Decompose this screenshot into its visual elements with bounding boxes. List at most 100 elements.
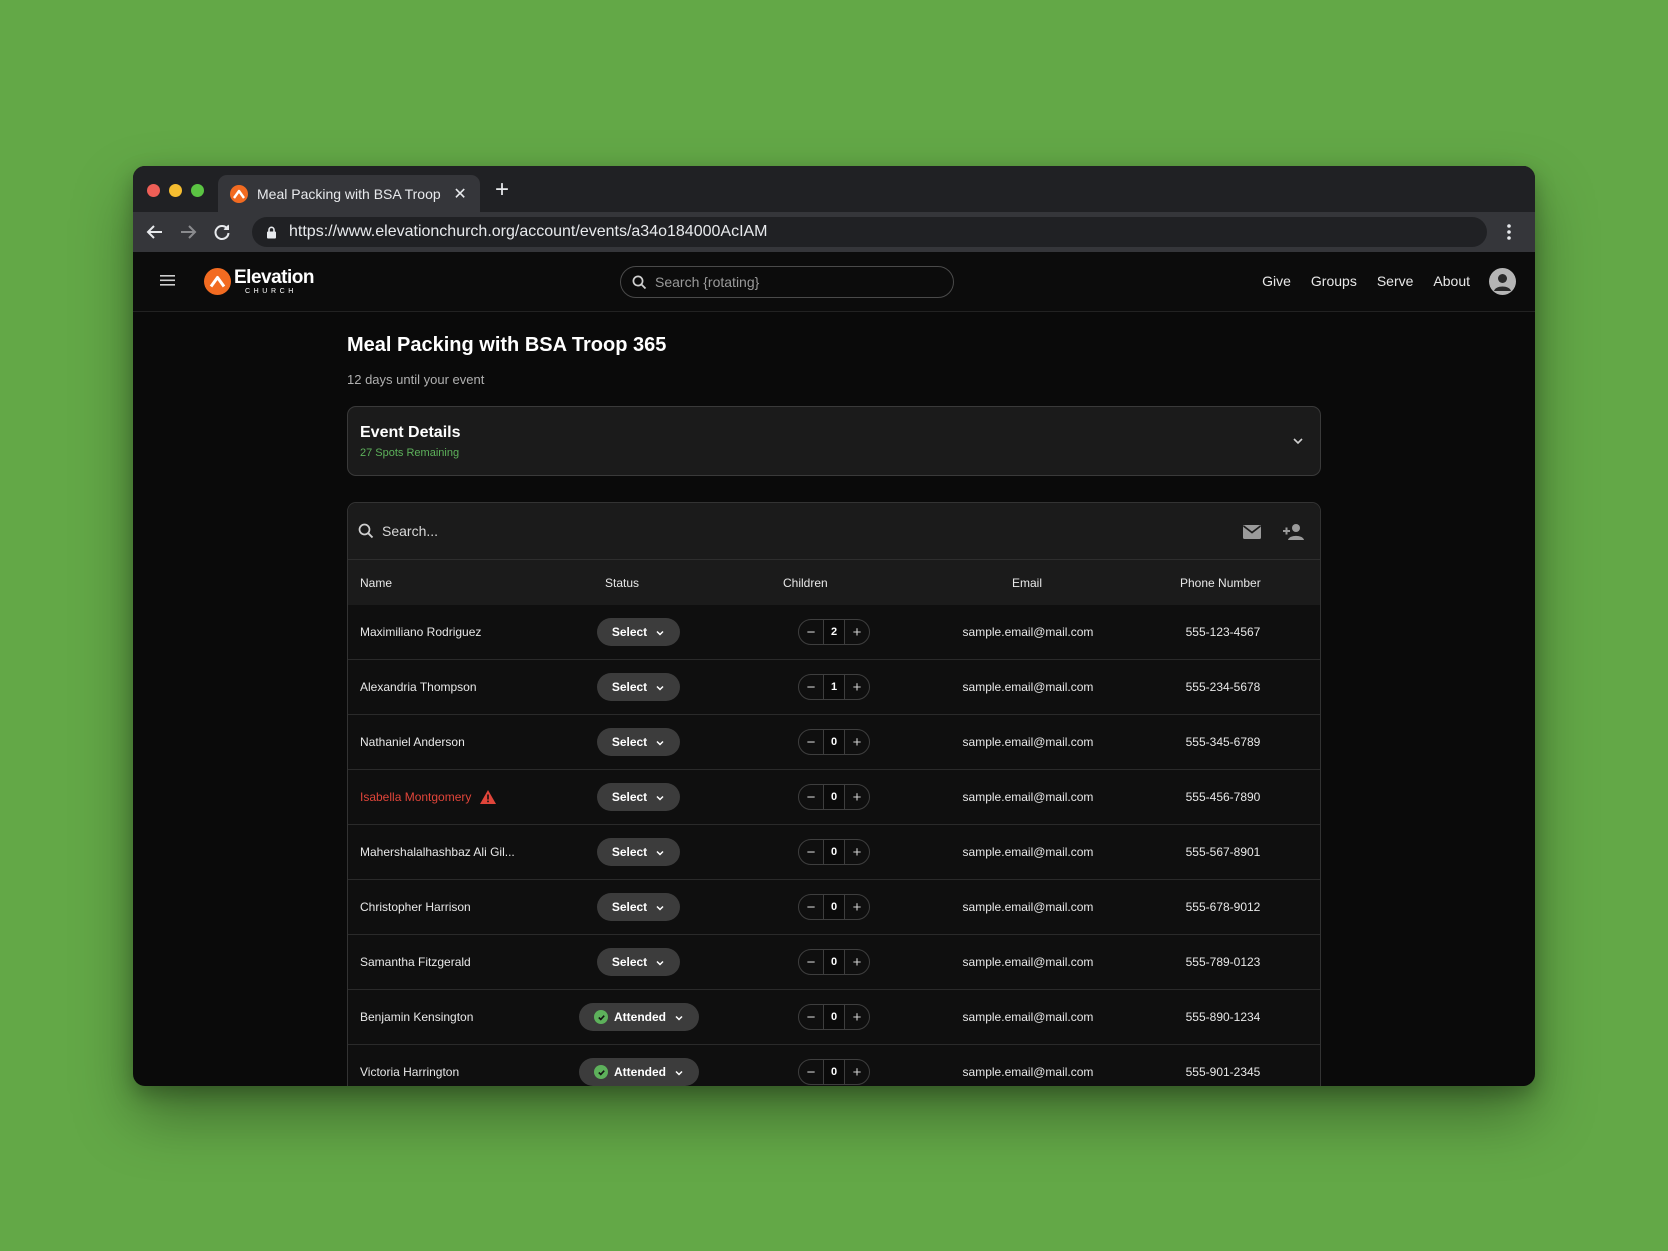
- increment-button[interactable]: +: [845, 620, 869, 644]
- decrement-button[interactable]: −: [799, 1060, 823, 1084]
- attendee-email: sample.email@mail.com: [962, 900, 1094, 914]
- logo-subtitle: CHURCH: [245, 288, 297, 295]
- status-dropdown[interactable]: Select: [597, 783, 680, 811]
- attendee-email: sample.email@mail.com: [962, 1010, 1094, 1024]
- new-tab-button[interactable]: +: [495, 178, 509, 202]
- status-dropdown[interactable]: Select: [597, 673, 680, 701]
- minimize-window-button[interactable]: [169, 184, 182, 197]
- url-text: https://www.elevationchurch.org/account/…: [289, 223, 768, 240]
- mail-icon[interactable]: [1241, 521, 1263, 543]
- status-dropdown[interactable]: Attended: [579, 1003, 699, 1031]
- forward-arrow-icon[interactable]: [176, 220, 200, 244]
- decrement-button[interactable]: −: [799, 675, 823, 699]
- children-stepper: −0 +: [798, 1004, 870, 1030]
- nav-give[interactable]: Give: [1262, 273, 1291, 289]
- decrement-button[interactable]: −: [799, 895, 823, 919]
- elevation-logo[interactable]: Elevation CHURCH: [204, 268, 314, 295]
- children-count: 0: [823, 950, 845, 974]
- back-arrow-icon[interactable]: [143, 220, 167, 244]
- increment-button[interactable]: +: [845, 1005, 869, 1029]
- increment-button[interactable]: +: [845, 785, 869, 809]
- hamburger-menu-icon[interactable]: [159, 272, 179, 292]
- chevron-down-icon: [655, 682, 665, 692]
- increment-button[interactable]: +: [845, 840, 869, 864]
- maximize-window-button[interactable]: [191, 184, 204, 197]
- decrement-button[interactable]: −: [799, 730, 823, 754]
- table-search-bar: [348, 503, 1320, 560]
- decrement-button[interactable]: −: [799, 1005, 823, 1029]
- nav-groups[interactable]: Groups: [1311, 273, 1357, 289]
- tab-close-icon[interactable]: ✕: [452, 184, 468, 204]
- table-row: Christopher Harrison Select −0 + sample.emai…: [348, 880, 1320, 935]
- attendee-phone: 555-567-8901: [1185, 845, 1261, 859]
- site-search-bar[interactable]: [620, 266, 954, 298]
- children-stepper: −0 +: [798, 784, 870, 810]
- nav-about[interactable]: About: [1433, 273, 1470, 289]
- table-row: Alexandria Thompson Select −1 + sample.email…: [348, 660, 1320, 715]
- decrement-button[interactable]: −: [799, 785, 823, 809]
- increment-button[interactable]: +: [845, 1060, 869, 1084]
- decrement-button[interactable]: −: [799, 950, 823, 974]
- increment-button[interactable]: +: [845, 895, 869, 919]
- increment-button[interactable]: +: [845, 675, 869, 699]
- children-stepper: −0 +: [798, 949, 870, 975]
- tab-strip: Meal Packing with BSA Troop 3 ✕ +: [133, 166, 1535, 212]
- children-count: 0: [823, 730, 845, 754]
- status-dropdown[interactable]: Select: [597, 948, 680, 976]
- attendee-name: Benjamin Kensington: [360, 1010, 474, 1024]
- attendee-phone: 555-901-2345: [1185, 1065, 1261, 1079]
- address-bar[interactable]: https://www.elevationchurch.org/account/…: [252, 217, 1487, 247]
- children-count: 0: [823, 1060, 845, 1084]
- column-header-children: Children: [783, 576, 828, 590]
- chevron-down-icon: [655, 792, 665, 802]
- browser-toolbar: https://www.elevationchurch.org/account/…: [133, 212, 1535, 252]
- status-dropdown[interactable]: Select: [597, 838, 680, 866]
- decrement-button[interactable]: −: [799, 620, 823, 644]
- status-label: Select: [611, 625, 648, 639]
- attendee-phone: 555-234-5678: [1185, 680, 1261, 694]
- attendee-phone: 555-345-6789: [1185, 735, 1261, 749]
- children-stepper: −1 +: [798, 674, 870, 700]
- attendee-email: sample.email@mail.com: [962, 625, 1094, 639]
- nav-serve[interactable]: Serve: [1377, 273, 1414, 289]
- children-count: 0: [823, 785, 845, 809]
- event-details-accordion[interactable]: Event Details 27 Spots Remaining: [347, 406, 1321, 476]
- column-header-name: Name: [360, 576, 393, 590]
- attendee-name: Christopher Harrison: [360, 900, 471, 914]
- column-header-email: Email: [1012, 576, 1043, 590]
- attendee-search-input[interactable]: [382, 520, 882, 542]
- increment-button[interactable]: +: [845, 950, 869, 974]
- check-circle-icon: [594, 1010, 608, 1024]
- attendee-name: Samantha Fitzgerald: [360, 955, 471, 969]
- status-label: Select: [611, 845, 648, 859]
- event-countdown: 12 days until your event: [347, 372, 485, 387]
- reload-icon[interactable]: [210, 220, 234, 244]
- logo-name: Elevation: [234, 267, 314, 288]
- chevron-down-icon[interactable]: [1290, 433, 1306, 449]
- status-dropdown[interactable]: Select: [597, 728, 680, 756]
- children-stepper: −2 +: [798, 619, 870, 645]
- children-count: 0: [823, 1005, 845, 1029]
- decrement-button[interactable]: −: [799, 840, 823, 864]
- children-count: 1: [823, 675, 845, 699]
- status-dropdown[interactable]: Attended: [579, 1058, 699, 1086]
- elevation-logo-icon: [204, 268, 231, 295]
- attendee-phone: 555-678-9012: [1185, 900, 1261, 914]
- add-user-icon[interactable]: [1282, 521, 1306, 543]
- table-row: Samantha Fitzgerald Select −0 + sample.email…: [348, 935, 1320, 990]
- close-window-button[interactable]: [147, 184, 160, 197]
- table-row: Nathaniel Anderson Select −0 + sample.email@…: [348, 715, 1320, 770]
- chevron-down-icon: [655, 627, 665, 637]
- attendee-phone: 555-789-0123: [1185, 955, 1261, 969]
- browser-tab[interactable]: Meal Packing with BSA Troop 3 ✕: [218, 175, 480, 212]
- chevron-down-icon: [655, 957, 665, 967]
- status-dropdown[interactable]: Select: [597, 618, 680, 646]
- increment-button[interactable]: +: [845, 730, 869, 754]
- site-search-input[interactable]: [655, 274, 935, 290]
- browser-menu-icon[interactable]: [1497, 220, 1521, 244]
- status-dropdown[interactable]: Select: [597, 893, 680, 921]
- account-avatar-icon[interactable]: [1489, 268, 1516, 295]
- search-icon: [358, 523, 374, 539]
- chevron-down-icon: [655, 737, 665, 747]
- browser-window: Meal Packing with BSA Troop 3 ✕ + https:…: [133, 166, 1535, 1086]
